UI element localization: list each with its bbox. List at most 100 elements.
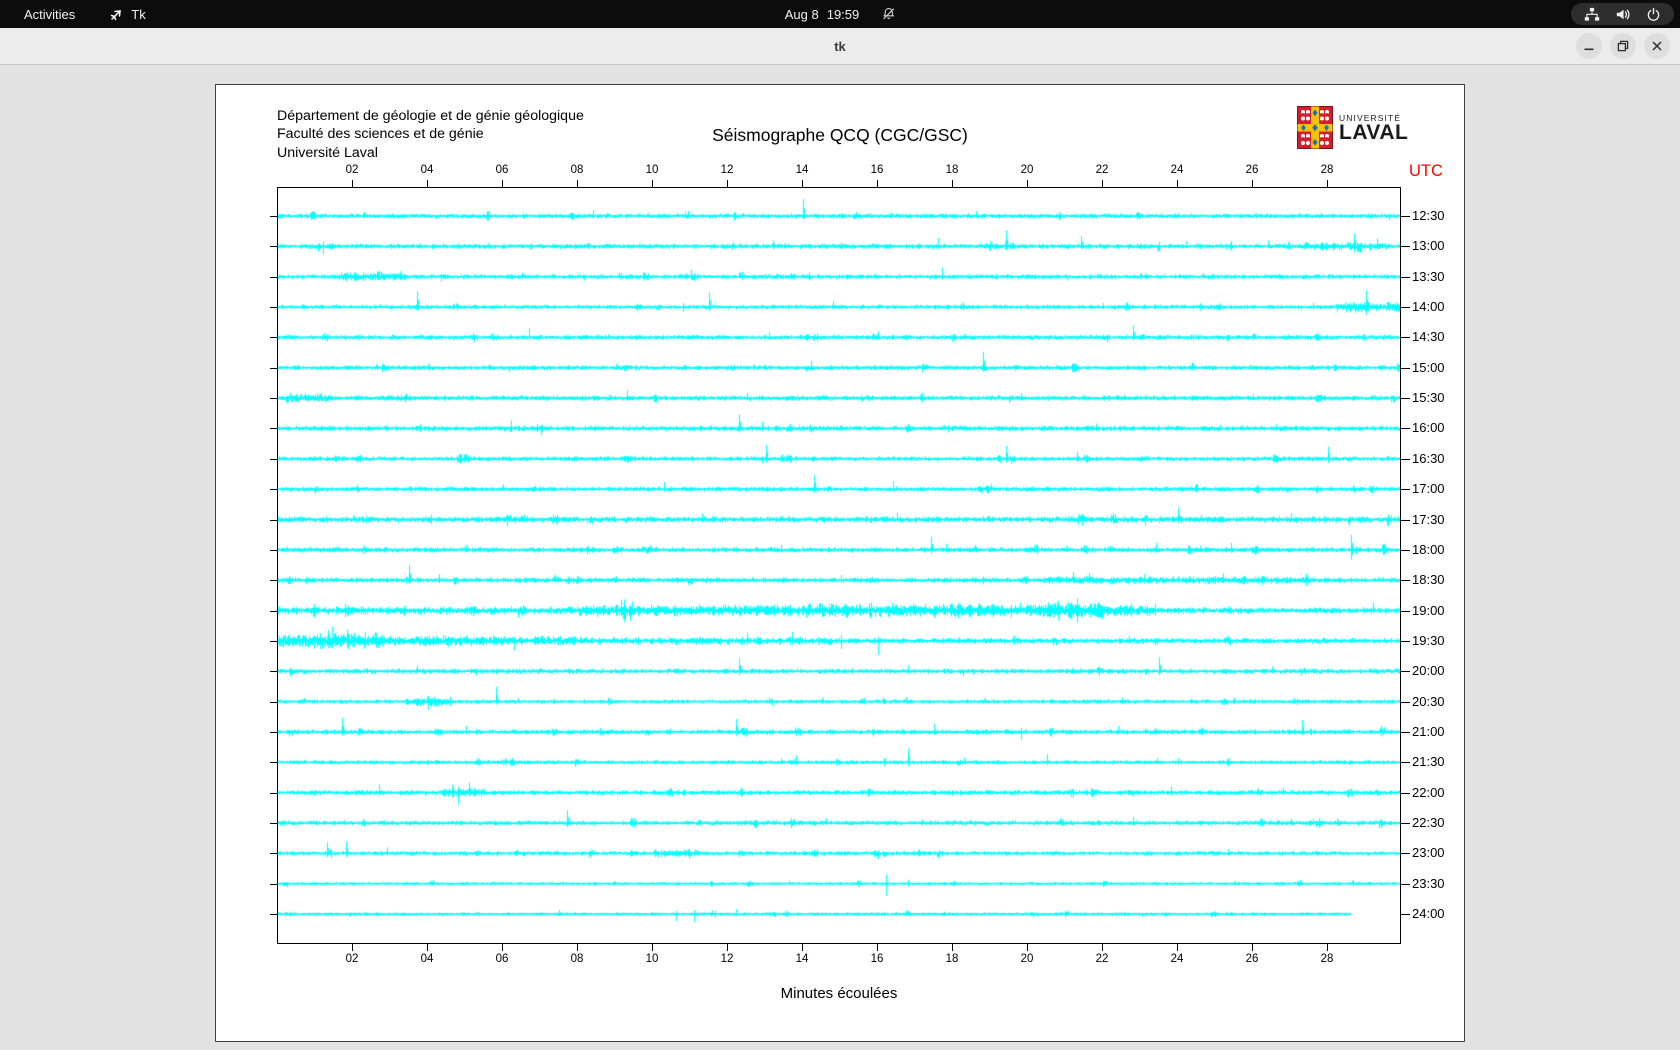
laval-wordmark: UNIVERSITÉ LAVAL: [1339, 113, 1408, 143]
x-tick-label-bottom: 02: [337, 953, 367, 965]
trace-time-label: 17:00: [1412, 481, 1445, 497]
trace-time-label: 20:30: [1412, 694, 1445, 710]
x-tick-label-top: 12: [712, 164, 742, 176]
system-status-area[interactable]: [1571, 3, 1674, 25]
institution-line-3: Université Laval: [277, 144, 584, 162]
trace-tick-left: [270, 914, 277, 915]
trace-time-label: 22:30: [1412, 815, 1445, 831]
universite-laval-logo: UNIVERSITÉ LAVAL: [1297, 106, 1408, 149]
x-tick-top: [1327, 180, 1328, 187]
trace-time-label: 20:00: [1412, 663, 1445, 679]
x-tick-bottom: [1252, 944, 1253, 951]
trace-tick-left: [270, 641, 277, 642]
trace-time-label: 16:30: [1412, 451, 1445, 467]
trace-tick-right: [1401, 611, 1410, 612]
trace-time-label: 21:30: [1412, 754, 1445, 770]
activities-button[interactable]: Activities: [16, 5, 83, 24]
x-tick-top: [652, 180, 653, 187]
x-tick-label-bottom: 24: [1162, 953, 1192, 965]
trace-tick-right: [1401, 671, 1410, 672]
x-tick-bottom: [1177, 944, 1178, 951]
clock-time: 19:59: [827, 7, 860, 22]
restore-button[interactable]: [1610, 33, 1636, 59]
window-title-bar[interactable]: tk: [0, 28, 1680, 65]
x-tick-label-bottom: 14: [787, 953, 817, 965]
tk-app-icon: [109, 7, 124, 22]
trace-tick-right: [1401, 277, 1410, 278]
trace-tick-left: [270, 823, 277, 824]
trace-tick-left: [270, 732, 277, 733]
trace-tick-left: [270, 550, 277, 551]
notifications-muted-icon: [881, 7, 895, 21]
x-tick-label-bottom: 18: [937, 953, 967, 965]
trace-tick-left: [270, 368, 277, 369]
x-tick-label-top: 24: [1162, 164, 1192, 176]
institution-line-2: Faculté des sciences et de génie: [277, 125, 584, 143]
clock-text: Aug 8 19:59: [785, 7, 860, 22]
trace-tick-right: [1401, 368, 1410, 369]
utc-corner-label: UTC: [1409, 162, 1443, 181]
trace-tick-left: [270, 307, 277, 308]
trace-tick-right: [1401, 489, 1410, 490]
x-tick-label-bottom: 22: [1087, 953, 1117, 965]
x-tick-bottom: [802, 944, 803, 951]
trace-tick-right: [1401, 641, 1410, 642]
trace-time-label: 15:00: [1412, 360, 1445, 376]
window-controls: [1576, 33, 1670, 59]
x-tick-label-bottom: 04: [412, 953, 442, 965]
x-tick-top: [727, 180, 728, 187]
x-tick-label-top: 10: [637, 164, 667, 176]
x-tick-label-bottom: 26: [1237, 953, 1267, 965]
x-tick-top: [1102, 180, 1103, 187]
trace-tick-right: [1401, 762, 1410, 763]
x-tick-label-top: 18: [937, 164, 967, 176]
x-tick-label-top: 06: [487, 164, 517, 176]
x-tick-label-bottom: 10: [637, 953, 667, 965]
trace-tick-right: [1401, 520, 1410, 521]
institution-header: Département de géologie et de génie géol…: [277, 107, 584, 162]
x-tick-bottom: [502, 944, 503, 951]
x-tick-label-top: 16: [862, 164, 892, 176]
x-tick-bottom: [877, 944, 878, 951]
trace-time-label: 17:30: [1412, 512, 1445, 528]
trace-tick-left: [270, 459, 277, 460]
x-tick-top: [1177, 180, 1178, 187]
x-tick-top: [352, 180, 353, 187]
volume-icon: [1615, 7, 1631, 22]
x-tick-label-top: 26: [1237, 164, 1267, 176]
minimize-icon: [1583, 40, 1595, 52]
focused-app-name: Tk: [131, 7, 145, 22]
x-tick-label-bottom: 08: [562, 953, 592, 965]
trace-tick-left: [270, 489, 277, 490]
x-tick-label-bottom: 20: [1012, 953, 1042, 965]
trace-time-label: 13:30: [1412, 269, 1445, 285]
x-tick-top: [577, 180, 578, 187]
trace-time-label: 15:30: [1412, 390, 1445, 406]
trace-tick-right: [1401, 914, 1410, 915]
focused-app-menu[interactable]: Tk: [109, 7, 145, 22]
trace-tick-right: [1401, 246, 1410, 247]
trace-tick-right: [1401, 216, 1410, 217]
x-tick-top: [427, 180, 428, 187]
power-icon: [1646, 7, 1661, 22]
x-tick-label-bottom: 06: [487, 953, 517, 965]
institution-line-1: Département de géologie et de génie géol…: [277, 107, 584, 125]
clock-menu[interactable]: Aug 8 19:59: [785, 0, 896, 28]
close-button[interactable]: [1644, 33, 1670, 59]
x-tick-label-top: 14: [787, 164, 817, 176]
x-tick-label-top: 22: [1087, 164, 1117, 176]
trace-tick-left: [270, 216, 277, 217]
trace-tick-right: [1401, 307, 1410, 308]
trace-tick-left: [270, 398, 277, 399]
x-tick-bottom: [652, 944, 653, 951]
seismograph-window: Département de géologie et de génie géol…: [215, 84, 1465, 1042]
minimize-button[interactable]: [1576, 33, 1602, 59]
x-tick-top: [1252, 180, 1253, 187]
trace-tick-right: [1401, 398, 1410, 399]
trace-time-label: 16:00: [1412, 420, 1445, 436]
laval-wordmark-large: LAVAL: [1339, 123, 1408, 143]
trace-tick-left: [270, 428, 277, 429]
trace-time-label: 12:30: [1412, 208, 1445, 224]
x-axis-label: Minutes écoulées: [781, 985, 898, 1002]
laval-crest-icon: [1297, 106, 1333, 149]
